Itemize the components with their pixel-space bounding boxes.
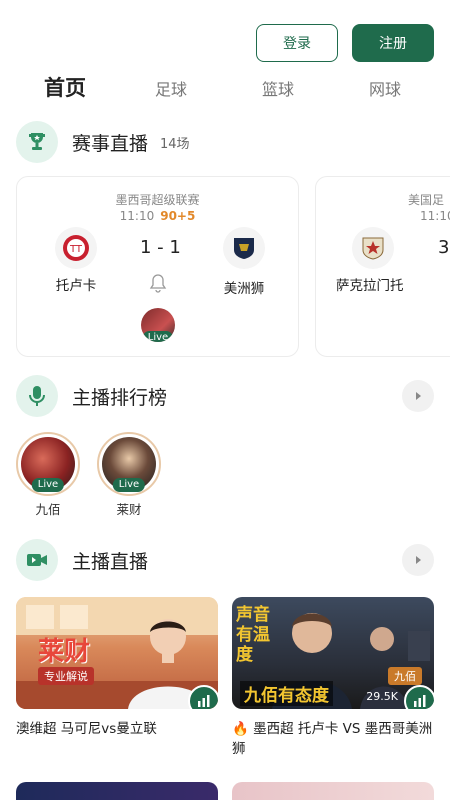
svg-text:TT: TT bbox=[69, 244, 83, 255]
tag-badge: 专业解说 bbox=[38, 667, 94, 685]
live-events-count: 14场 bbox=[160, 136, 190, 152]
home-team: 萨克拉门托 bbox=[336, 278, 404, 294]
register-button[interactable]: 注册 bbox=[352, 24, 434, 62]
league-name: 美国足 bbox=[408, 193, 445, 207]
stream-card-partial[interactable] bbox=[16, 782, 218, 800]
anchor-live-title: 主播直播 bbox=[72, 550, 149, 573]
stream-card[interactable]: 声音有温度 九佰有态度 九佰 29.5K 🔥 墨西超 托卢卡 VS 墨西哥美洲狮 bbox=[232, 597, 434, 759]
live-badge: Live bbox=[142, 331, 174, 342]
pumas-crest-icon bbox=[223, 227, 265, 269]
bell-icon[interactable] bbox=[149, 273, 167, 297]
match-time: 11:10 90+5 bbox=[119, 209, 196, 223]
match-score: 3 bbox=[438, 237, 450, 258]
chevron-right-icon[interactable] bbox=[402, 380, 434, 412]
anchor-name: 莱财 bbox=[116, 502, 142, 517]
streamer-avatar[interactable]: Live bbox=[141, 308, 175, 342]
stream-banner: 莱财 bbox=[38, 637, 91, 667]
anchor-badge: 九佰 bbox=[388, 667, 422, 685]
anchor-item[interactable]: Live 九佰 bbox=[16, 432, 80, 518]
match-time: 11:10 bbox=[420, 209, 450, 223]
trophy-icon bbox=[16, 121, 58, 163]
avatar: Live bbox=[16, 432, 80, 496]
match-score: 1 - 1 bbox=[140, 237, 181, 258]
stream-thumbnail[interactable]: 声音有温度 九佰有态度 九佰 29.5K bbox=[232, 597, 434, 709]
category-tabs: 首页 足球 篮球 网球 bbox=[0, 72, 450, 106]
away-team: 美洲狮 bbox=[223, 281, 265, 297]
stream-banner-bottom: 九佰有态度 bbox=[240, 681, 333, 706]
stream-title: 澳维超 马可尼vs曼立联 bbox=[16, 721, 157, 737]
microphone-icon bbox=[16, 375, 58, 417]
tab-home[interactable]: 首页 bbox=[44, 72, 86, 102]
live-badge: Live bbox=[31, 478, 65, 492]
login-button[interactable]: 登录 bbox=[256, 24, 338, 62]
anchor-item[interactable]: Live 莱财 bbox=[97, 432, 161, 518]
home-team: 托卢卡 bbox=[55, 278, 97, 294]
auth-bar: 登录 注册 bbox=[256, 24, 434, 62]
league-name: 墨西哥超级联赛 bbox=[115, 193, 200, 207]
live-events-title: 赛事直播 bbox=[72, 132, 149, 155]
match-card[interactable]: 美国足 11:10 3 萨克拉门托 bbox=[315, 176, 450, 357]
toluca-crest-icon: TT bbox=[55, 227, 97, 269]
extra-time: 90+5 bbox=[160, 209, 196, 223]
anchor-name: 九佰 bbox=[35, 502, 61, 517]
stream-title: 🔥 墨西超 托卢卡 VS 墨西哥美洲狮 bbox=[232, 721, 433, 757]
anchor-ranking-header: 主播排行榜 bbox=[16, 375, 434, 417]
stream-card[interactable]: 莱财 专业解说 澳维超 马可尼vs曼立联 bbox=[16, 597, 218, 739]
stream-thumbnail[interactable]: 莱财 专业解说 bbox=[16, 597, 218, 709]
chevron-right-icon[interactable] bbox=[402, 544, 434, 576]
video-camera-icon bbox=[16, 539, 58, 581]
live-events-header: 赛事直播 14场 bbox=[16, 121, 434, 163]
match-card[interactable]: 墨西哥超级联赛 11:10 90+5 TT 1 - 1 托卢卡 美洲狮 Live bbox=[16, 176, 299, 357]
stream-card-partial[interactable] bbox=[232, 782, 434, 800]
sacramento-crest-icon bbox=[352, 227, 394, 269]
live-badge: Live bbox=[112, 478, 146, 492]
anchor-ranking-title: 主播排行榜 bbox=[72, 386, 168, 409]
bar-chart-icon[interactable] bbox=[404, 685, 434, 709]
tab-basketball[interactable]: 篮球 bbox=[262, 76, 294, 100]
viewer-count: 29.5K bbox=[366, 690, 398, 703]
bar-chart-icon[interactable] bbox=[188, 685, 218, 709]
anchor-live-header: 主播直播 bbox=[16, 539, 434, 581]
tab-football[interactable]: 足球 bbox=[155, 76, 187, 100]
avatar: Live bbox=[97, 432, 161, 496]
stream-banner-top: 声音有温度 bbox=[236, 605, 270, 665]
tab-tennis[interactable]: 网球 bbox=[369, 76, 401, 100]
